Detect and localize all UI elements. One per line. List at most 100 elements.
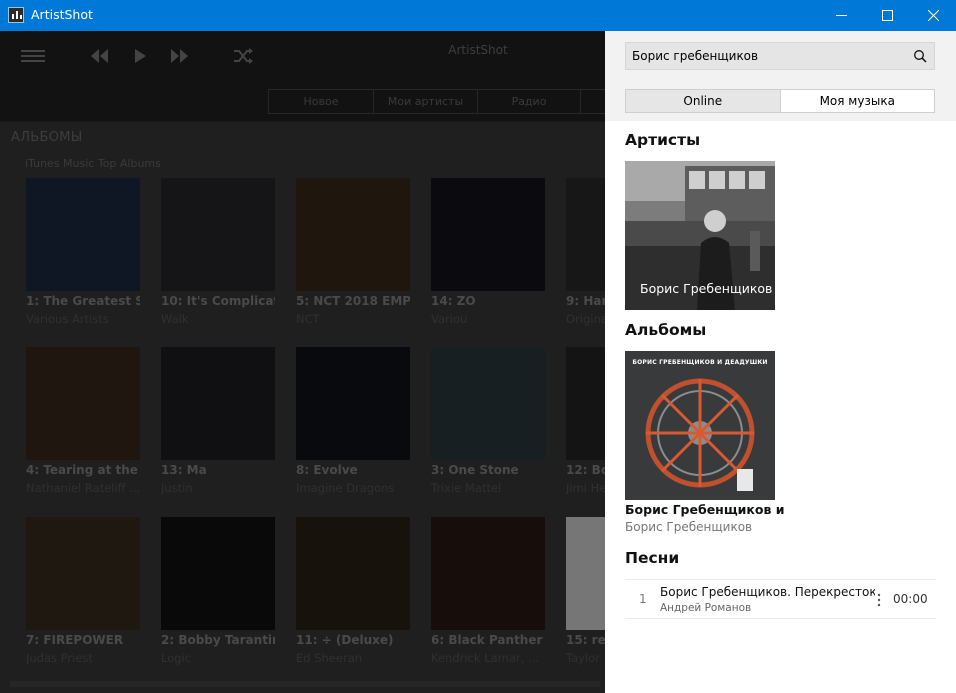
album-tile-title: 8: Evolve [296, 463, 358, 477]
album-tile-artist: Judas Priest [26, 651, 93, 665]
album-tile[interactable]: 14: ZO Variou [431, 178, 545, 330]
album-cover [161, 347, 275, 460]
source-toggle: Online Моя музыка [625, 89, 935, 113]
album-tile[interactable]: 12: Both Sides of ... Jimi Hendrix [566, 347, 605, 499]
album-tile[interactable]: 3: One Stone Trixie Mattel [431, 347, 545, 499]
album-cover [431, 517, 545, 630]
album-tile[interactable]: 6: Black Panther ... Kendrick Lamar, ... [431, 517, 545, 669]
album-tile-artist: Various Artists [26, 312, 109, 326]
search-button[interactable] [913, 49, 927, 63]
search-box [625, 42, 935, 70]
album-cover [566, 517, 605, 630]
album-tile-artist: Original Broadwa... [566, 312, 605, 326]
more-vertical-icon [877, 593, 881, 607]
album-tile-title: 1: The Greatest S... [26, 294, 140, 308]
album-tile[interactable]: 4: Tearing at the ... Nathaniel Rateliff … [26, 347, 140, 499]
album-cover [566, 347, 605, 460]
previous-icon [91, 49, 108, 63]
previous-track-button[interactable] [87, 45, 113, 67]
play-button[interactable] [127, 45, 153, 67]
album-cover [26, 517, 140, 630]
album-cover [296, 517, 410, 630]
section-title: АЛЬБОМЫ [11, 130, 83, 145]
album-tile-title: 11: ÷ (Deluxe) [296, 633, 394, 647]
song-duration: 00:00 [893, 592, 928, 606]
album-tile[interactable]: 15: rep Taylor [566, 517, 605, 669]
album-tile-title: 10: It's Complicat... [161, 294, 275, 308]
album-tile-title: 6: Black Panther ... [431, 633, 545, 647]
maximize-icon [881, 10, 893, 21]
song-number: 1 [639, 592, 647, 606]
album-tile[interactable]: 5: NCT 2018 EMP... NCT [296, 178, 410, 330]
window-title: ArtistShot [31, 7, 93, 22]
play-icon [135, 49, 146, 63]
album-tile-title: 5: NCT 2018 EMP... [296, 294, 410, 308]
album-card-cover[interactable]: БОРИС ГРЕБЕНЩИКОВ И ДЕАДУШКИ [625, 351, 775, 500]
title-bar[interactable]: ArtistShot [0, 0, 956, 31]
album-cover-title: БОРИС ГРЕБЕНЩИКОВ И ДЕАДУШКИ [632, 359, 768, 366]
tab-my-music[interactable]: Моя музыка [780, 89, 935, 113]
artist-card-name: Борис Гребенщиков [640, 281, 773, 296]
album-cover [296, 347, 410, 460]
album-tile[interactable]: 7: FIREPOWER Judas Priest [26, 517, 140, 669]
search-input[interactable] [632, 46, 902, 66]
tab-my-artists[interactable]: Мои артисты [373, 89, 478, 114]
album-tile-title: 14: ZO [431, 294, 476, 308]
next-icon [171, 49, 188, 63]
song-artist: Андрей Романов [660, 602, 752, 614]
album-tile[interactable]: 13: Ma Justin [161, 347, 275, 499]
artists-heading: Артисты [625, 131, 701, 149]
album-tile[interactable]: 1: The Greatest S... Various Artists [26, 178, 140, 330]
app-logo-icon [8, 7, 24, 23]
album-tile-title: 4: Tearing at the ... [26, 463, 140, 477]
album-tile-title: 3: One Stone [431, 463, 519, 477]
player-nav-tabs: Новое Мои артисты Радио [268, 89, 606, 114]
album-tile[interactable]: 9: Hamilton (Orig... Original Broadwa... [566, 178, 605, 330]
album-cover [26, 178, 140, 291]
tab-new[interactable]: Новое [268, 89, 374, 114]
album-tile-artist: Imagine Dragons [296, 481, 395, 495]
album-tile[interactable]: 11: ÷ (Deluxe) Ed Sheeran [296, 517, 410, 669]
close-button[interactable] [910, 0, 956, 31]
song-more-button[interactable] [875, 593, 883, 607]
album-tile-artist: Trixie Mattel [431, 481, 502, 495]
hamburger-menu-button[interactable] [20, 45, 46, 67]
album-cover [296, 178, 410, 291]
shuffle-button[interactable] [230, 45, 256, 67]
subsection-title: iTunes Music Top Albums [25, 157, 161, 170]
album-tile[interactable]: 10: It's Complicat... Walk [161, 178, 275, 330]
artist-card[interactable]: Борис Гребенщиков [625, 161, 775, 310]
album-cover-art [625, 351, 775, 500]
album-tile-title: 9: Hamilton (Orig... [566, 294, 605, 308]
search-panel: Online Моя музыка Артисты Борис Гребенщи… [605, 31, 956, 693]
album-cover [566, 178, 605, 291]
album-tile-artist: Logic [161, 651, 192, 665]
search-panel-header: Online Моя музыка [605, 31, 956, 121]
tab-online[interactable]: Online [625, 89, 781, 113]
search-icon [914, 50, 927, 63]
album-tile-title: 13: Ma [161, 463, 207, 477]
minimize-button[interactable] [818, 0, 864, 31]
now-playing-title: ArtistShot [448, 43, 508, 57]
album-tile-artist: NCT [296, 312, 320, 326]
album-title[interactable]: Борис Гребенщиков и... [625, 502, 785, 517]
album-tile[interactable]: 8: Evolve Imagine Dragons [296, 347, 410, 499]
app-window: ArtistShot ArtistShot Новое Мои артисты … [0, 0, 956, 693]
horizontal-scrollbar[interactable] [10, 681, 600, 687]
close-icon [927, 10, 939, 21]
album-tile-artist: Justin [161, 481, 193, 495]
minimize-icon [835, 15, 847, 16]
album-tile-artist: Taylor [566, 651, 600, 665]
albums-heading: Альбомы [625, 321, 707, 339]
album-tile-title: 2: Bobby Tarantin... [161, 633, 275, 647]
song-title: Борис Гребенщиков. Перекресток [660, 585, 875, 599]
album-artist[interactable]: Борис Гребенщиков [625, 520, 752, 534]
next-track-button[interactable] [166, 45, 192, 67]
album-cover [431, 178, 545, 291]
album-tile-artist: Nathaniel Rateliff ... [26, 481, 140, 495]
maximize-button[interactable] [864, 0, 910, 31]
tab-more[interactable] [580, 89, 606, 114]
song-row[interactable]: 1 Борис Гребенщиков. Перекресток Андрей … [625, 579, 936, 619]
album-tile[interactable]: 2: Bobby Tarantin... Logic [161, 517, 275, 669]
tab-radio[interactable]: Радио [477, 89, 581, 114]
